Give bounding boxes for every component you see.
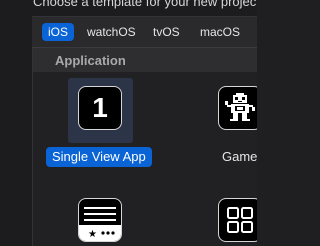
tab-macos[interactable]: macOS: [194, 23, 246, 41]
tab-ios[interactable]: iOS: [42, 23, 75, 41]
tab-tvos[interactable]: tvOS: [147, 23, 186, 41]
tab-watchos[interactable]: watchOS: [81, 23, 142, 41]
template-label-single-view-app[interactable]: Single View App: [46, 147, 152, 167]
dialog-heading: Choose a template for your new project:: [33, 0, 257, 9]
tabbed-app-icon[interactable]: ★: [78, 198, 122, 242]
section-label: Application: [55, 53, 126, 68]
section-header-application: Application: [33, 48, 257, 72]
game-robot-glyph: [225, 93, 255, 121]
tabbed-app-glyph: ★: [79, 207, 121, 241]
game-icon[interactable]: [218, 86, 257, 130]
grid-app-icon[interactable]: [218, 198, 257, 242]
template-chooser-window: Choose a template for your new project: …: [0, 0, 257, 246]
platform-tab-bar: iOS watchOS tvOS macOS: [32, 17, 257, 48]
grid-app-glyph: [227, 207, 253, 233]
template-label-game[interactable]: Game: [222, 149, 257, 164]
svg-text:★: ★: [88, 229, 97, 240]
single-view-app-icon: 1: [78, 86, 122, 130]
